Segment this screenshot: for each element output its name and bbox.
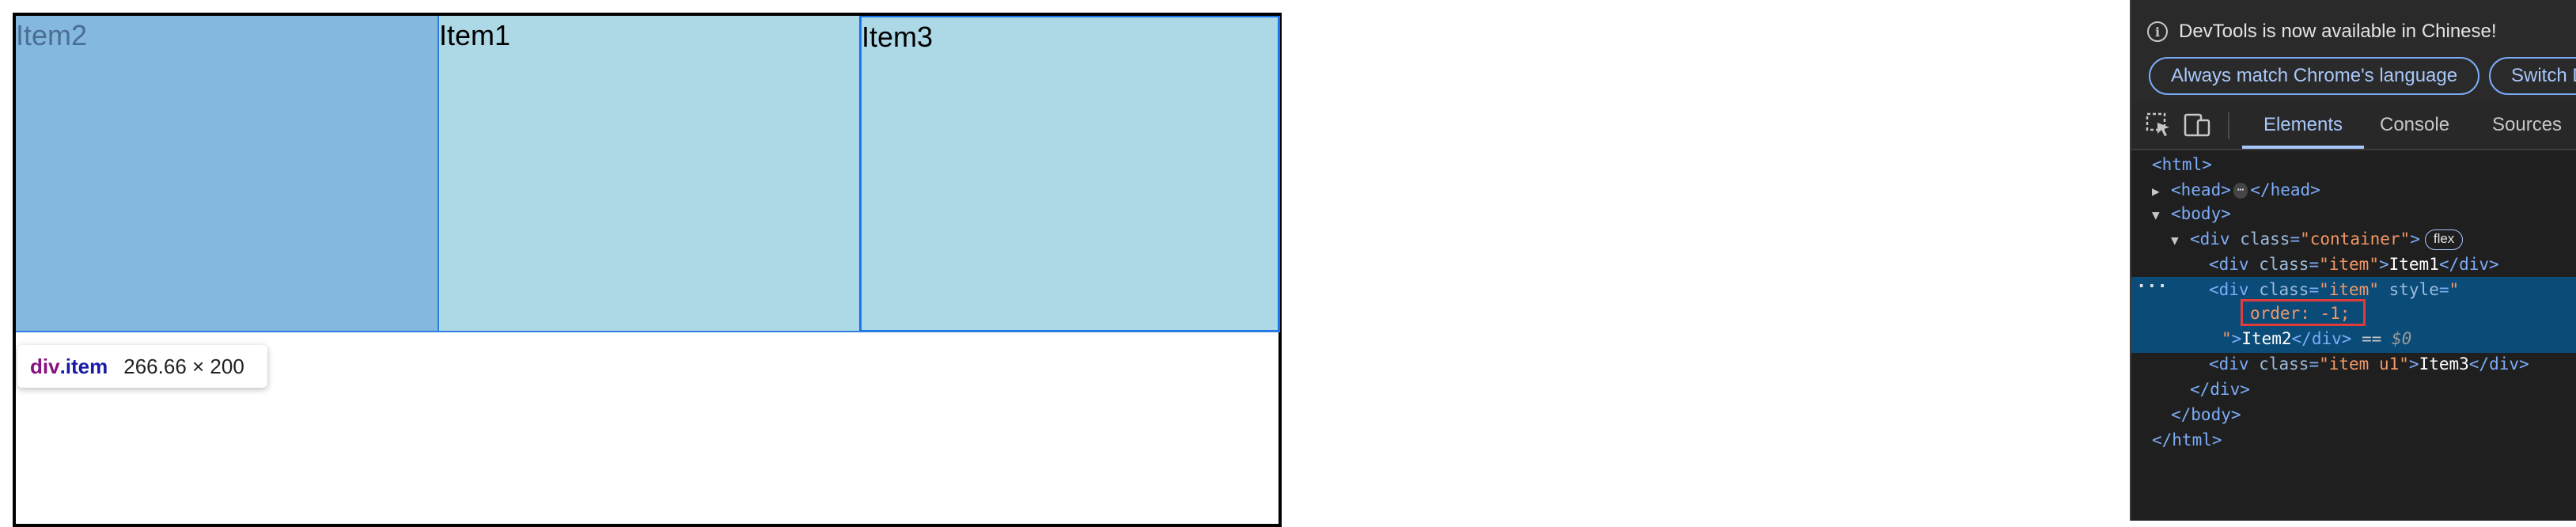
- inspect-element-icon[interactable]: [2146, 112, 2173, 138]
- item2-attr-style-name: style: [2388, 280, 2439, 299]
- info-icon: i: [2147, 21, 2168, 42]
- item3-attr-value: "item u1": [2319, 354, 2409, 373]
- collapse-triangle-icon[interactable]: ▼: [2152, 203, 2171, 228]
- collapsed-ellipsis-icon[interactable]: ⋯: [2233, 183, 2248, 199]
- body-open-tag: <body>: [2171, 204, 2231, 223]
- item1-attr-value: "item": [2319, 255, 2379, 274]
- dom-line-container[interactable]: ▼ <div class="container"> flex: [2131, 226, 2576, 252]
- tooltip-class: .item: [59, 354, 108, 378]
- html-close-tag: </html>: [2152, 430, 2222, 449]
- flex-badge[interactable]: flex: [2424, 229, 2464, 250]
- dom-line-head[interactable]: ▶ <head> ⋯ </head>: [2131, 177, 2576, 203]
- item2-text: Item2: [2241, 329, 2292, 348]
- item2-close-tag: </div>: [2291, 329, 2352, 348]
- order-highlight-box: [2241, 299, 2366, 326]
- selected-node-ref: $0: [2391, 329, 2412, 348]
- item3-close-tag: </div>: [2468, 354, 2529, 373]
- devtools-panel: i DevTools is now available in Chinese! …: [2130, 0, 2576, 521]
- collapse-triangle-icon[interactable]: ▼: [2171, 228, 2190, 253]
- item2-attr-class-name: class: [2259, 280, 2309, 299]
- container-close-tag: </div>: [2190, 380, 2250, 399]
- item3-open-tag: <div: [2209, 354, 2249, 373]
- item2-attr-class-value: "item": [2319, 280, 2379, 299]
- body-close-tag: </body>: [2171, 405, 2241, 424]
- item2-style-quote-close: ": [2222, 329, 2232, 348]
- tab-sources[interactable]: Sources: [2492, 101, 2562, 149]
- container-tag-end: >: [2410, 229, 2420, 248]
- item3-text: Item3: [2419, 354, 2469, 373]
- dom-line-html-open[interactable]: <html>: [2131, 152, 2576, 177]
- dom-line-item3[interactable]: <div class="item u1">Item3</div>: [2131, 351, 2576, 377]
- tooltip-tag: div: [30, 354, 60, 378]
- container-attr-value: "container": [2300, 229, 2411, 248]
- item1-close-tag: </div>: [2438, 255, 2499, 274]
- inspect-tooltip: div .item 266.66 × 200: [17, 345, 267, 388]
- language-infobar: i DevTools is now available in Chinese! …: [2131, 0, 2576, 101]
- html-open-tag: <html>: [2152, 155, 2212, 174]
- page-viewport: Item2 Item1 Item3 div .item 266.66 × 200: [0, 0, 2130, 527]
- item2-eq: ==: [2351, 329, 2392, 348]
- item-1[interactable]: Item1: [438, 16, 859, 332]
- dom-line-html-close[interactable]: </html>: [2131, 427, 2576, 453]
- dom-line-body-close[interactable]: </body>: [2131, 402, 2576, 427]
- dom-line-item1[interactable]: <div class="item">Item1</div>: [2131, 252, 2576, 277]
- devtools-toolbar: Elements Console Sources: [2131, 101, 2576, 150]
- infobar-message: DevTools is now available in Chinese!: [2179, 21, 2497, 42]
- dom-line-body[interactable]: ▼ <body>: [2131, 201, 2576, 226]
- flex-container: Item2 Item1 Item3: [13, 13, 1282, 527]
- item-3[interactable]: Item3: [859, 16, 1280, 332]
- infobar-message-row: i DevTools is now available in Chinese!: [2147, 17, 2497, 46]
- switch-language-button[interactable]: Switch D: [2489, 57, 2576, 95]
- tab-console[interactable]: Console: [2380, 101, 2449, 149]
- container-attr-name: class: [2240, 229, 2290, 248]
- dom-line-item2-close[interactable]: ">Item2</div> == $0: [2131, 326, 2576, 351]
- dom-line-div-close[interactable]: </div>: [2131, 377, 2576, 402]
- item2-open-tag: <div: [2209, 280, 2249, 299]
- toolbar-separator: [2228, 112, 2229, 139]
- head-close-tag: </head>: [2250, 180, 2320, 199]
- container-open-tag: <div: [2190, 229, 2230, 248]
- always-match-language-button[interactable]: Always match Chrome's language: [2149, 57, 2480, 95]
- item2-style-quote-open: ": [2449, 280, 2460, 299]
- tab-elements[interactable]: Elements: [2242, 101, 2364, 149]
- dom-tree: ··· <html> ▶ <head> ⋯ </head> ▼ <body> ▼ <div…: [2131, 150, 2576, 521]
- item1-text: Item1: [2388, 255, 2439, 274]
- item1-attr-name: class: [2259, 255, 2309, 274]
- device-toolbar-icon[interactable]: [2184, 112, 2210, 138]
- item-2[interactable]: Item2: [16, 16, 438, 332]
- head-open-tag: <head>: [2171, 180, 2231, 199]
- item1-open-tag: <div: [2209, 255, 2249, 274]
- item3-attr-name: class: [2259, 354, 2309, 373]
- tooltip-dimensions: 266.66 × 200: [123, 354, 244, 378]
